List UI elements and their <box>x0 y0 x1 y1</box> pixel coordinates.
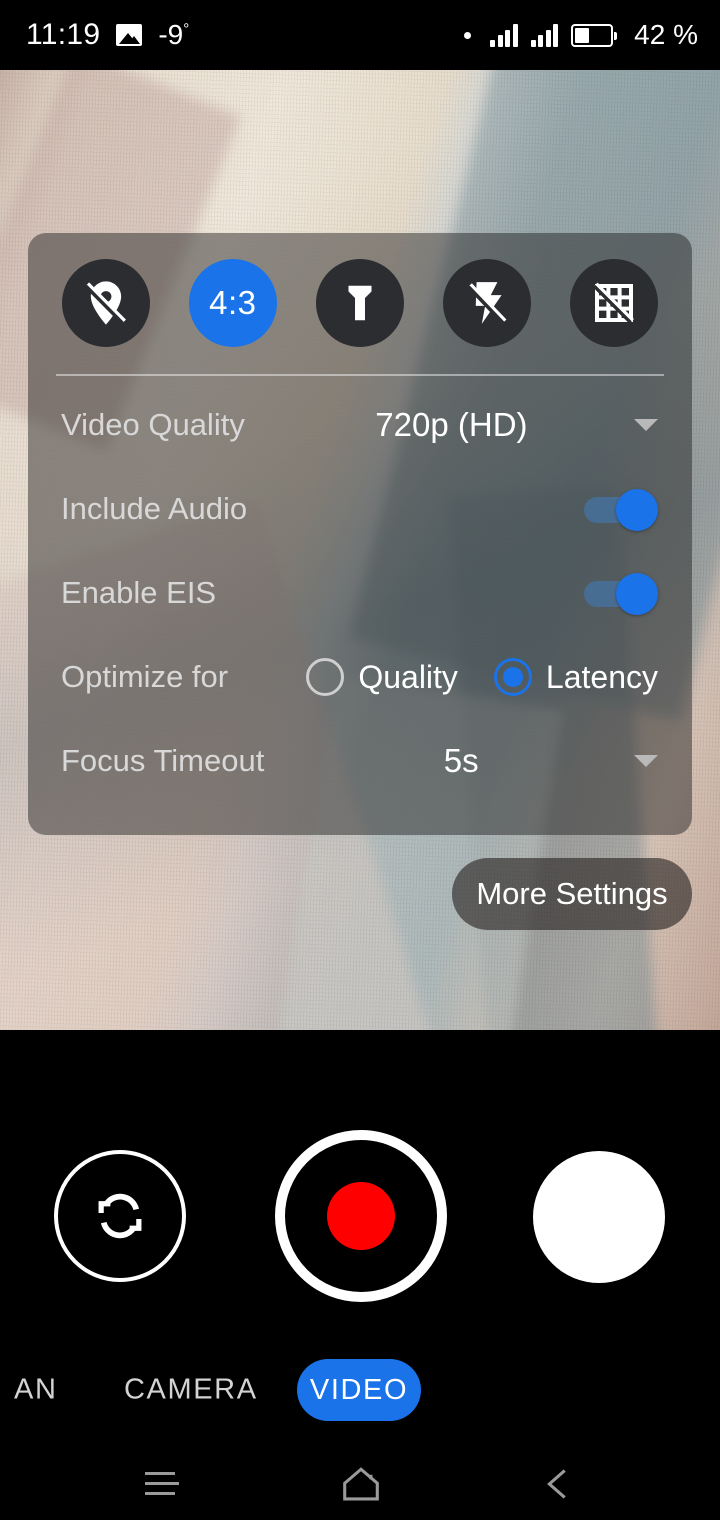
video-quality-label: Video Quality <box>61 407 245 442</box>
tab-video[interactable]: VIDEO <box>297 1359 421 1421</box>
optimize-for-radio-group: Quality Latency <box>306 658 658 696</box>
status-bar-left: 11:19 -9° <box>26 20 189 50</box>
home-icon[interactable] <box>332 1458 390 1510</box>
tab-scan[interactable]: AN <box>14 1374 58 1407</box>
radio-label-latency: Latency <box>545 658 658 695</box>
aspect-ratio-label: 4:3 <box>209 284 257 321</box>
temperature-value: -9 <box>158 19 184 50</box>
video-quality-dropdown[interactable]: 720p (HD) <box>245 406 658 443</box>
switch-camera-icon <box>98 1193 142 1239</box>
dot-indicator-icon <box>464 31 472 39</box>
switch-camera-button[interactable] <box>54 1150 186 1282</box>
row-include-audio[interactable]: Include Audio <box>28 467 692 551</box>
toggle-thumb <box>616 573 658 615</box>
radio-label-quality: Quality <box>358 658 458 695</box>
status-bar: 11:19 -9° 42 % <box>0 0 720 70</box>
aspect-ratio-button[interactable]: 4:3 <box>188 259 277 347</box>
location-off-icon <box>83 281 126 325</box>
settings-panel: 4:3 Video Quality 720p (HD) Include Audi… <box>28 233 692 835</box>
radio-circle-selected-icon <box>493 658 532 696</box>
quick-settings-icon-row: 4:3 <box>28 251 692 355</box>
row-focus-timeout[interactable]: Focus Timeout 5s <box>28 719 692 803</box>
row-enable-eis[interactable]: Enable EIS <box>28 551 692 635</box>
home-glyph <box>343 1467 379 1501</box>
back-icon[interactable] <box>530 1458 586 1510</box>
focus-timeout-dropdown[interactable]: 5s <box>264 742 658 779</box>
tab-camera[interactable]: CAMERA <box>124 1374 258 1407</box>
image-icon <box>116 24 143 46</box>
panel-divider <box>56 374 664 376</box>
bottom-bar: AN CAMERA VIDEO <box>0 1030 720 1520</box>
chevron-down-icon <box>634 755 658 767</box>
phone-screen: 11:19 -9° 42 % 4:3 Video Quality 720p (H… <box>0 0 720 1520</box>
toggle-thumb <box>616 489 658 531</box>
row-video-quality[interactable]: Video Quality 720p (HD) <box>28 383 692 467</box>
record-button[interactable] <box>275 1130 447 1302</box>
radio-circle-icon <box>306 658 345 696</box>
settings-rows: Video Quality 720p (HD) Include Audio En… <box>28 383 692 803</box>
radio-option-quality[interactable]: Quality <box>306 658 458 696</box>
flash-off-button[interactable] <box>443 259 532 347</box>
signal-bars-icon <box>490 23 518 47</box>
enable-eis-control[interactable] <box>584 573 658 615</box>
video-quality-value: 720p (HD) <box>375 406 528 443</box>
record-indicator <box>327 1182 395 1250</box>
row-optimize-for: Optimize for Quality Latency <box>28 635 692 719</box>
include-audio-control[interactable] <box>584 489 658 531</box>
chevron-down-icon <box>634 419 658 431</box>
radio-option-latency[interactable]: Latency <box>493 658 658 696</box>
torch-button[interactable] <box>315 259 404 347</box>
back-chevron-glyph <box>547 1469 566 1499</box>
mode-tabs: AN CAMERA VIDEO <box>0 1355 720 1425</box>
status-clock: 11:19 <box>26 18 101 51</box>
temperature-indicator: -9° <box>158 21 189 49</box>
optimize-for-label: Optimize for <box>61 659 229 694</box>
battery-icon <box>571 23 618 47</box>
signal-bars-icon-2 <box>530 23 559 47</box>
camera-controls-row <box>0 1128 720 1308</box>
include-audio-toggle[interactable] <box>584 489 658 531</box>
enable-eis-toggle[interactable] <box>584 573 658 615</box>
focus-timeout-label: Focus Timeout <box>61 743 265 778</box>
enable-eis-label: Enable EIS <box>61 575 217 610</box>
android-nav-bar <box>0 1448 720 1520</box>
gallery-thumbnail-button[interactable] <box>533 1151 665 1283</box>
degree-symbol: ° <box>183 20 190 38</box>
torch-icon <box>348 285 372 321</box>
include-audio-label: Include Audio <box>61 491 248 526</box>
status-bar-right: 42 % <box>464 21 698 49</box>
flash-off-icon <box>467 282 507 325</box>
battery-percent-label: 42 % <box>634 19 698 50</box>
grid-off-button[interactable] <box>570 259 659 347</box>
grid-off-icon <box>593 282 635 324</box>
focus-timeout-value: 5s <box>443 742 479 779</box>
recents-icon[interactable] <box>130 1459 190 1509</box>
location-off-button[interactable] <box>61 259 150 347</box>
more-settings-button[interactable]: More Settings <box>452 858 692 930</box>
